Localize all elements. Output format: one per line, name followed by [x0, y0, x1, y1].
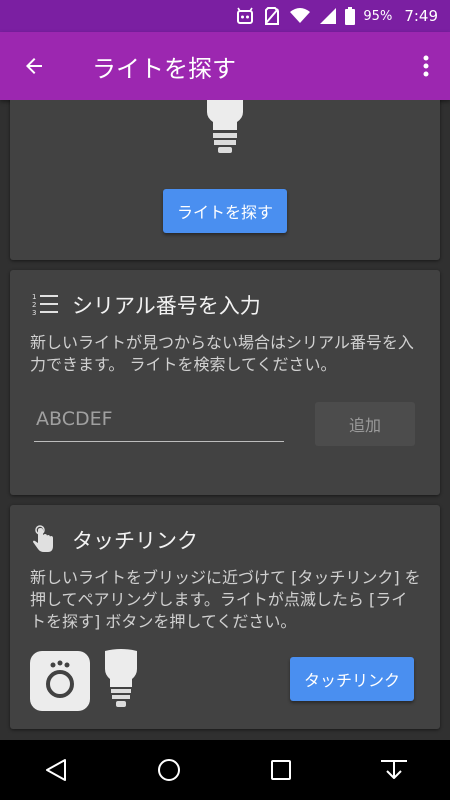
svg-text:1: 1: [32, 293, 36, 301]
status-bar: 95% 7:49: [0, 0, 450, 32]
nav-back-button[interactable]: [26, 740, 86, 800]
svg-text:2: 2: [32, 301, 36, 309]
status-time: 7:49: [404, 7, 438, 25]
serial-number-field: [34, 398, 286, 442]
nav-home-icon: [157, 759, 180, 781]
serial-number-input[interactable]: [34, 398, 286, 440]
light-bulb-small-icon: [103, 649, 139, 715]
nav-recents-icon: [271, 760, 292, 780]
search-lights-card: ライトを探す: [10, 100, 440, 260]
bridge-icon: [30, 651, 90, 715]
serial-card-description: 新しいライトが見つからない場合はシリアル番号を入力できます。 ライトを検索してく…: [30, 333, 414, 374]
back-button[interactable]: [0, 32, 68, 100]
nav-home-button[interactable]: [139, 740, 199, 800]
signal-icon: [319, 7, 337, 25]
page-title: ライトを探す: [92, 54, 236, 83]
touch-hand-icon: [32, 525, 56, 557]
nav-recents-button[interactable]: [251, 740, 311, 800]
overflow-menu-button[interactable]: [402, 32, 450, 100]
serial-card-title: シリアル番号を入力: [72, 294, 261, 318]
touchlink-card: タッチリンク 新しいライトをブリッジに近づけて [タッチリンク] を押してペアリ…: [10, 505, 440, 729]
nav-back-icon: [46, 759, 67, 781]
touchlink-card-description: 新しいライトをブリッジに近づけて [タッチリンク] を押してペアリングします。ラ…: [30, 568, 421, 631]
touchlink-card-title: タッチリンク: [72, 529, 198, 553]
touchlink-button[interactable]: タッチリンク: [290, 657, 414, 701]
wifi-icon: [289, 7, 311, 25]
search-lights-button[interactable]: ライトを探す: [163, 189, 287, 233]
nav-hide-keyboard-icon: [380, 760, 407, 779]
add-button[interactable]: 追加: [315, 402, 415, 446]
battery-percent: 95%: [363, 8, 393, 24]
arrow-back-icon: [26, 58, 42, 74]
android-debug-icon: [235, 6, 255, 26]
more-vert-icon: [423, 55, 429, 77]
no-sim-icon: [263, 6, 281, 26]
serial-number-card: 1 2 3 シリアル番号を入力 新しいライトが見つからない場合はシリアル番号を入…: [10, 270, 440, 495]
navigation-bar: [0, 740, 450, 800]
app-bar: ライトを探す: [0, 32, 450, 100]
nav-hide-keyboard-button[interactable]: [364, 740, 424, 800]
svg-text:3: 3: [32, 309, 36, 316]
battery-icon: [345, 7, 356, 25]
numbered-list-icon: 1 2 3: [32, 292, 58, 320]
content-scroll[interactable]: ライトを探す 1 2 3 シリアル番号を入力 新しいライトが見つからない場合はシ…: [0, 100, 450, 740]
light-bulb-icon: [205, 100, 245, 160]
